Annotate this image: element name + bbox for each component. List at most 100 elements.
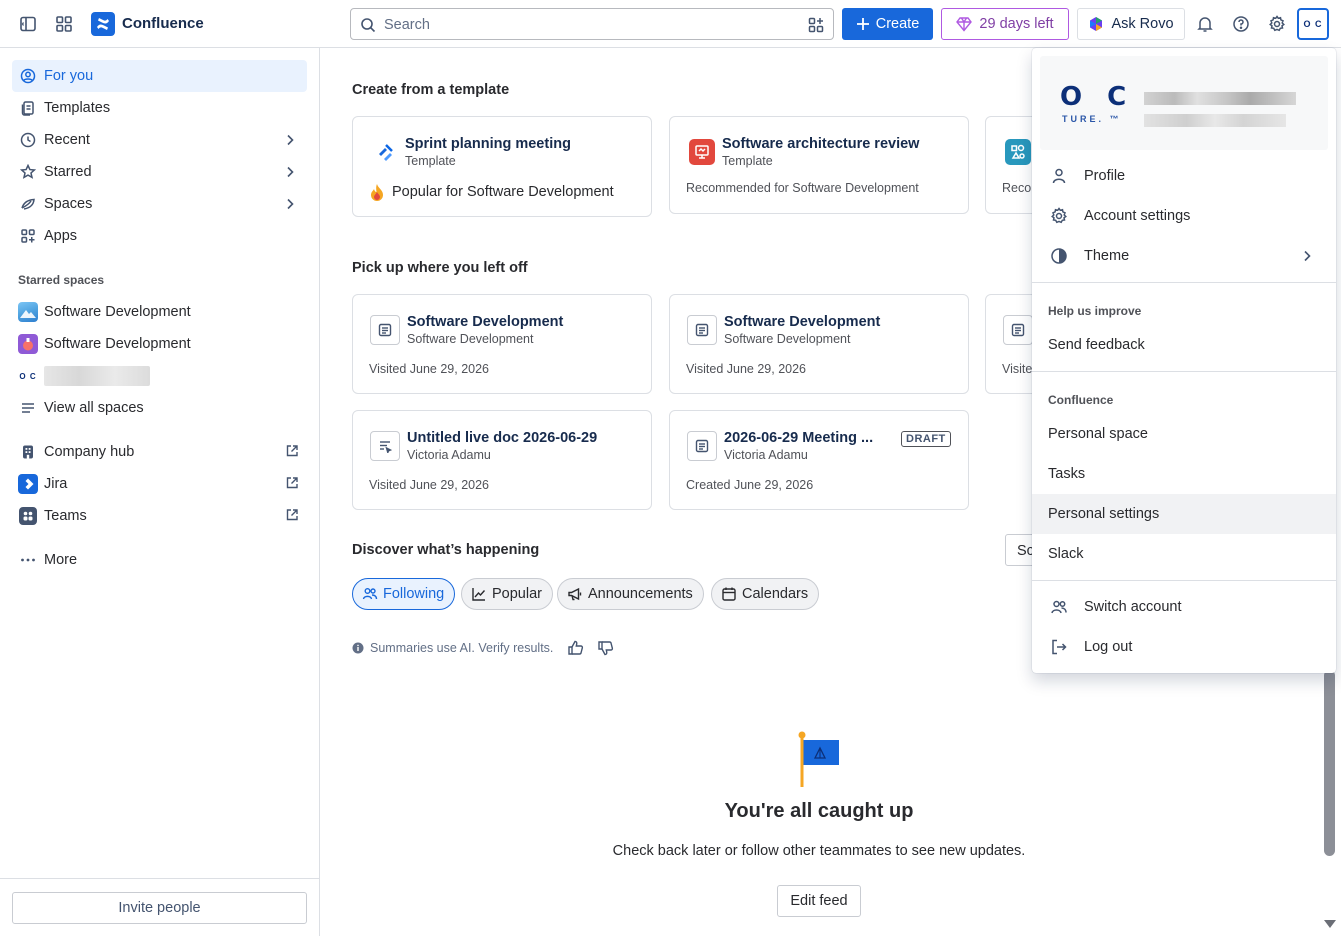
- sidebar-link-company-hub[interactable]: Company hub: [12, 436, 307, 468]
- sidebar-item-label: For you: [44, 68, 94, 84]
- oc-space-logo: O C: [19, 371, 37, 381]
- starred-space-label: Software Development: [44, 336, 191, 352]
- potion-space-icon: [18, 334, 38, 354]
- sidebar-link-label: Company hub: [44, 444, 135, 460]
- chip-popular[interactable]: Popular: [461, 578, 553, 610]
- menu-item-slack[interactable]: Slack: [1032, 534, 1336, 574]
- menu-item-tasks[interactable]: Tasks: [1032, 454, 1336, 494]
- people-icon: [362, 588, 378, 600]
- sidebar-link-label: Jira: [44, 476, 68, 492]
- external-link-icon: [285, 476, 299, 490]
- page-icon: [687, 431, 717, 461]
- account-logo: O C: [1060, 82, 1135, 112]
- confluence-logo-icon[interactable]: [91, 12, 115, 36]
- starred-space-software-development[interactable]: Software Development: [12, 296, 307, 328]
- ai-summary-note: Summaries use AI. Verify results.: [352, 639, 615, 657]
- recent-card[interactable]: 2026-06-29 Meeting ... Victoria Adamu DR…: [669, 410, 969, 510]
- template-card-architecture-review[interactable]: Software architecture review Template Re…: [669, 116, 969, 214]
- card-title: 2026-06-29 Meeting ...: [724, 430, 874, 446]
- menu-item-label: Account settings: [1084, 208, 1191, 224]
- sidebar-link-teams[interactable]: Teams: [12, 500, 307, 532]
- avatar-initials: O C: [1303, 19, 1323, 29]
- search-filter-icon[interactable]: [808, 17, 824, 33]
- star-icon: [12, 164, 44, 180]
- trending-icon: [472, 588, 486, 601]
- recent-card[interactable]: Untitled live doc 2026-06-29 Victoria Ad…: [352, 410, 652, 510]
- menu-item-switch-account[interactable]: Switch account: [1032, 587, 1336, 627]
- settings-gear-icon[interactable]: [1265, 12, 1289, 36]
- help-icon[interactable]: [1229, 12, 1253, 36]
- scrollbar-thumb[interactable]: [1324, 670, 1335, 856]
- recent-card[interactable]: Software Development Software Developmen…: [669, 294, 969, 394]
- card-subtitle: Software Development: [407, 332, 534, 346]
- info-icon: [352, 642, 364, 654]
- menu-item-label: Send feedback: [1048, 337, 1145, 353]
- flag-illustration-icon: [797, 731, 843, 789]
- app-switcher-icon[interactable]: [52, 12, 76, 36]
- starred-space-software-development-2[interactable]: Software Development: [12, 328, 307, 360]
- chevron-right-icon[interactable]: [283, 133, 297, 147]
- chevron-right-icon[interactable]: [283, 197, 297, 211]
- view-all-label: View all spaces: [44, 400, 144, 416]
- sidebar-item-for-you[interactable]: For you: [12, 60, 307, 92]
- template-card-sprint-planning[interactable]: Sprint planning meeting Template Popular…: [352, 116, 652, 217]
- profile-avatar-button[interactable]: O C: [1297, 8, 1329, 40]
- starred-space-redacted[interactable]: O C: [12, 360, 307, 392]
- menu-item-account-settings[interactable]: Account settings: [1032, 196, 1336, 236]
- sidebar-item-spaces[interactable]: Spaces: [12, 188, 307, 220]
- redacted-account-name: [1144, 92, 1296, 105]
- ask-rovo-button[interactable]: Ask Rovo: [1077, 8, 1185, 40]
- chip-label: Popular: [492, 586, 542, 602]
- confluence-heading: Confluence: [1048, 393, 1114, 407]
- spaces-icon: [12, 196, 44, 212]
- people-switch-icon: [1050, 598, 1068, 616]
- menu-item-label: Profile: [1084, 168, 1126, 184]
- search-icon: [360, 17, 376, 33]
- chip-label: Announcements: [588, 586, 693, 602]
- chip-announcements[interactable]: Announcements: [557, 578, 704, 610]
- sidebar-item-recent[interactable]: Recent: [12, 124, 307, 156]
- chevron-right-icon[interactable]: [283, 165, 297, 179]
- card-title: Sprint planning meeting: [405, 136, 571, 152]
- menu-item-personal-space[interactable]: Personal space: [1032, 414, 1336, 454]
- log-out-icon: [1050, 638, 1068, 656]
- invite-people-button[interactable]: Invite people: [12, 892, 307, 924]
- trial-button[interactable]: 29 days left: [941, 8, 1069, 40]
- card-subtitle: Template: [405, 154, 456, 168]
- thumbs-up-icon[interactable]: [567, 639, 585, 657]
- app-name[interactable]: Confluence: [122, 15, 204, 32]
- menu-item-send-feedback[interactable]: Send feedback: [1032, 325, 1336, 365]
- thumbs-down-icon[interactable]: [597, 639, 615, 657]
- sidebar-link-jira[interactable]: Jira: [12, 468, 307, 500]
- sidebar-item-apps[interactable]: Apps: [12, 220, 307, 252]
- menu-item-theme[interactable]: Theme: [1032, 236, 1336, 276]
- notifications-bell-icon[interactable]: [1193, 12, 1217, 36]
- menu-divider: [1032, 282, 1336, 283]
- card-meta: Visited June 29, 2026: [686, 362, 807, 376]
- ask-rovo-label: Ask Rovo: [1111, 16, 1174, 32]
- edit-feed-button[interactable]: Edit feed: [777, 885, 861, 917]
- create-button[interactable]: Create: [842, 8, 933, 40]
- live-doc-icon: [370, 431, 400, 461]
- sidebar-item-templates[interactable]: Templates: [12, 92, 307, 124]
- view-all-spaces[interactable]: View all spaces: [12, 392, 307, 424]
- sidebar-item-label: Apps: [44, 228, 78, 244]
- menu-item-personal-settings[interactable]: Personal settings: [1032, 494, 1336, 534]
- list-icon: [12, 400, 44, 416]
- fire-icon: [371, 184, 383, 201]
- chip-following[interactable]: Following: [352, 578, 456, 610]
- scroll-down-arrow-icon[interactable]: [1323, 918, 1337, 930]
- recent-card[interactable]: Software Development Software Developmen…: [352, 294, 652, 394]
- menu-item-profile[interactable]: Profile: [1032, 156, 1336, 196]
- sidebar-toggle-icon[interactable]: [16, 12, 40, 36]
- calendar-icon: [722, 587, 736, 601]
- sidebar-more[interactable]: More: [12, 544, 307, 576]
- search-input[interactable]: Search: [350, 8, 834, 40]
- sidebar-item-label: Spaces: [44, 196, 93, 212]
- menu-item-log-out[interactable]: Log out: [1032, 627, 1336, 667]
- plus-icon: [856, 18, 869, 30]
- sidebar-item-starred[interactable]: Starred: [12, 156, 307, 188]
- search-placeholder: Search: [384, 17, 430, 33]
- chip-calendars[interactable]: Calendars: [711, 578, 820, 610]
- ai-note-text: Summaries use AI. Verify results.: [370, 641, 554, 655]
